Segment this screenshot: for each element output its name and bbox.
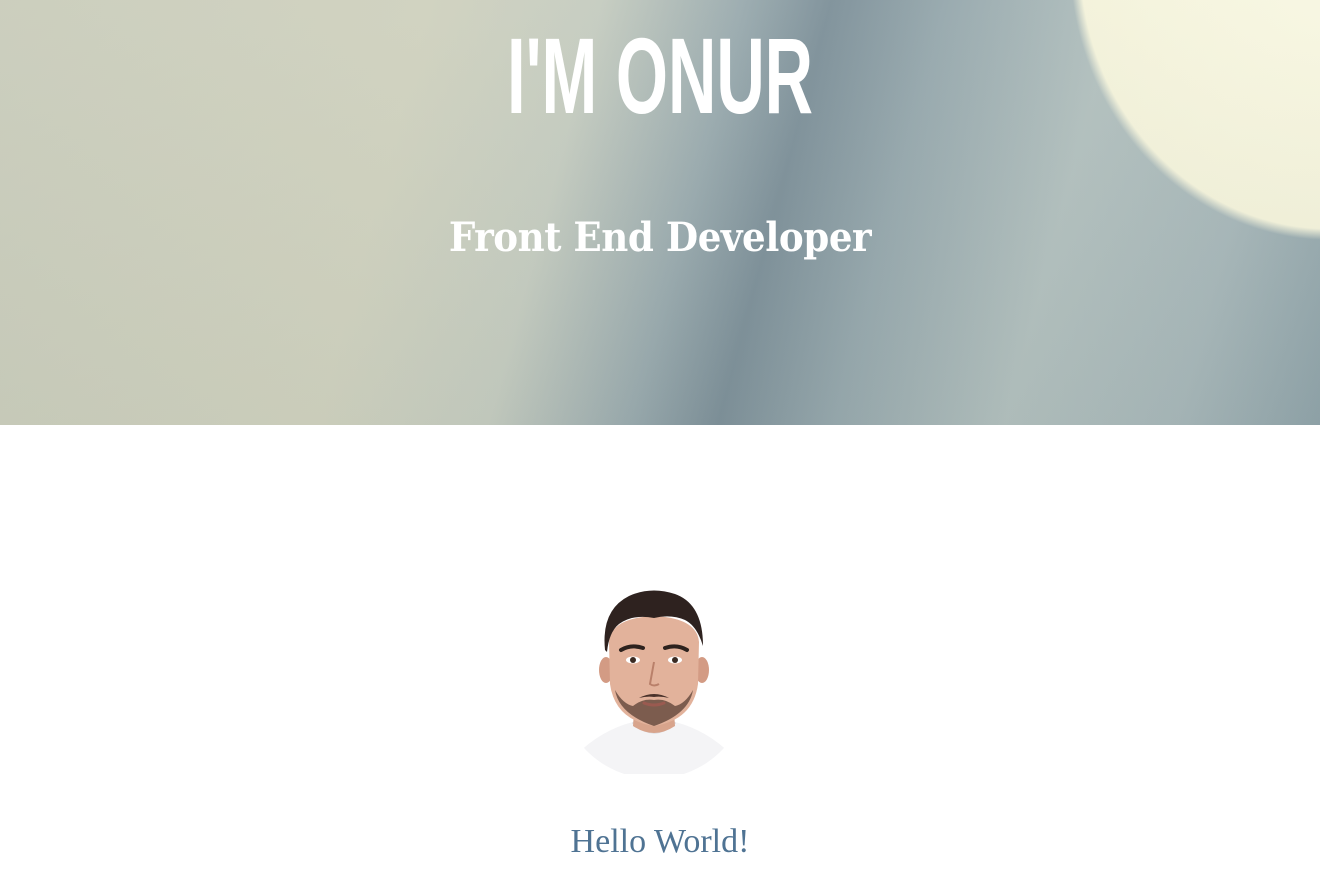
hero-title: I'M ONUR: [506, 15, 814, 136]
greeting-text: Hello World!: [570, 823, 750, 860]
profile-avatar: [571, 580, 737, 774]
hero-banner: I'M ONUR Front End Developer: [0, 0, 1320, 425]
hero-subtitle: Front End Developer: [448, 214, 872, 261]
